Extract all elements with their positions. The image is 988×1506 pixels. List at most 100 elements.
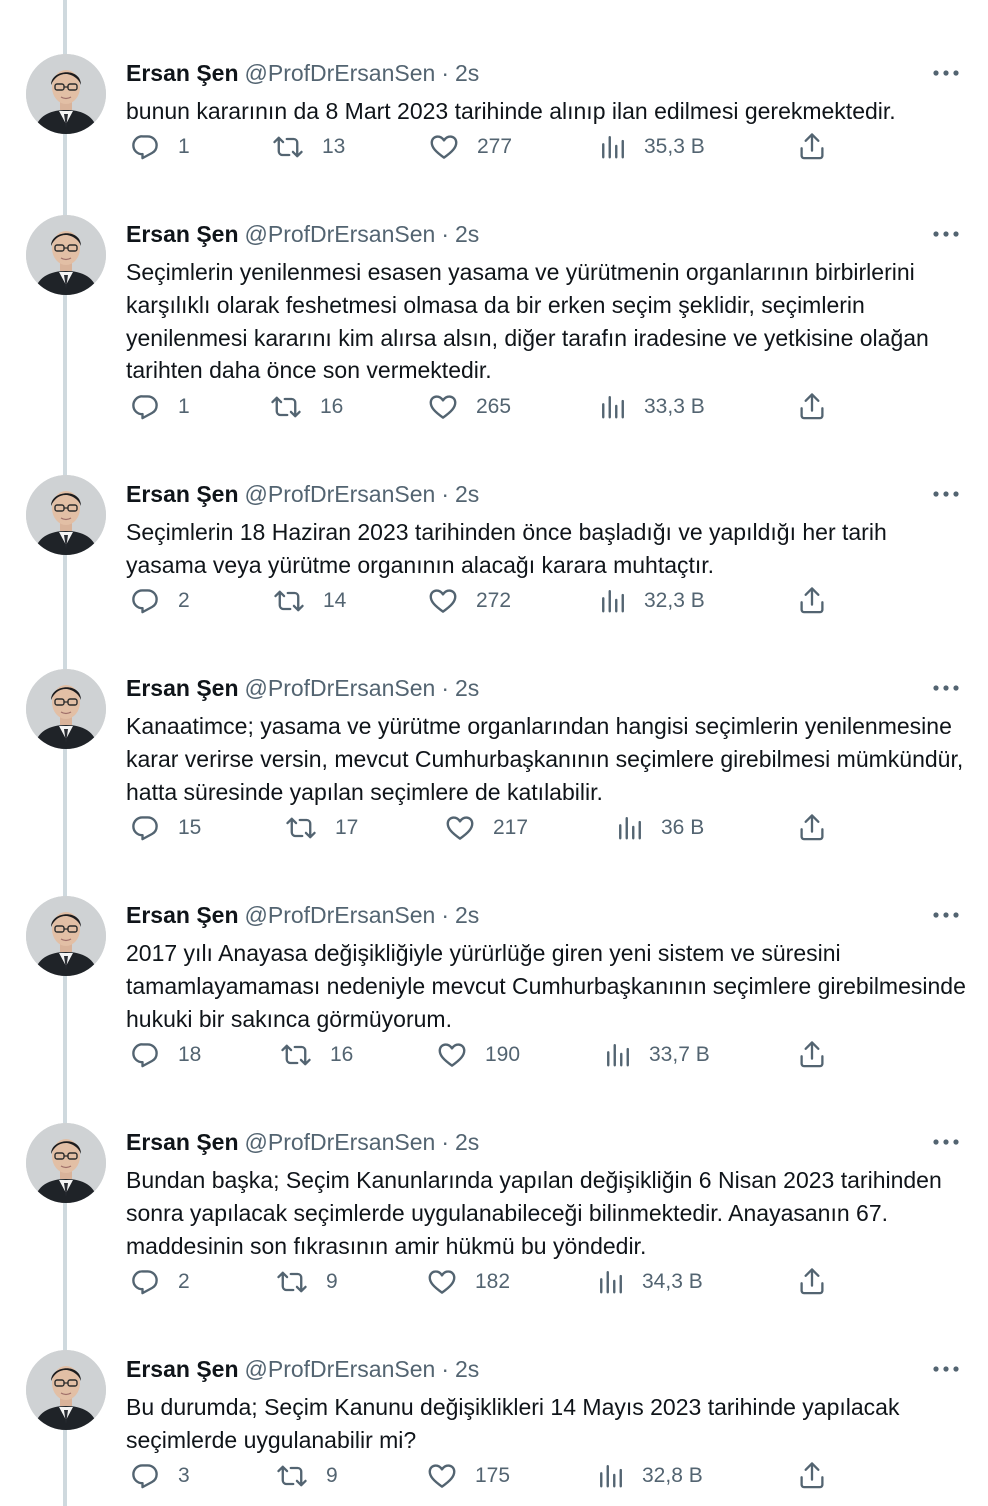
author-name[interactable]: Ersan Şen <box>126 60 239 86</box>
views-button[interactable]: 34,3 B <box>598 1264 703 1300</box>
retweet-count: 14 <box>323 589 347 612</box>
more-icon[interactable] <box>930 61 962 85</box>
views-button[interactable]: 32,8 B <box>598 1458 703 1494</box>
retweet-icon <box>285 813 335 843</box>
retweet-button[interactable]: 16 <box>280 1037 353 1073</box>
reply-count: 2 <box>178 589 190 612</box>
share-button[interactable] <box>798 391 826 421</box>
tweet-text: Bu durumda; Seçim Kanunu değişiklikleri … <box>126 1394 900 1453</box>
more-icon[interactable] <box>930 676 962 700</box>
tweet-actions: 15 17 217 36 B <box>0 810 988 846</box>
like-button[interactable]: 182 <box>427 1264 510 1300</box>
more-icon[interactable] <box>930 222 962 246</box>
like-count: 277 <box>477 135 513 158</box>
timestamp[interactable]: 2s <box>455 902 479 928</box>
timestamp[interactable]: 2s <box>455 1129 479 1155</box>
separator-dot: · <box>441 675 449 701</box>
author-name[interactable]: Ersan Şen <box>126 221 239 247</box>
like-button[interactable]: 272 <box>428 583 511 619</box>
timestamp[interactable]: 2s <box>455 221 479 247</box>
like-button[interactable]: 265 <box>428 389 511 425</box>
author-name[interactable]: Ersan Şen <box>126 1356 239 1382</box>
views-button[interactable]: 33,3 B <box>600 389 705 425</box>
like-button[interactable]: 217 <box>445 810 528 846</box>
like-button[interactable]: 190 <box>437 1037 520 1073</box>
tweet-text: Kanaatimce; yasama ve yürütme organların… <box>126 713 964 805</box>
views-button[interactable]: 33,7 B <box>605 1037 710 1073</box>
retweet-button[interactable]: 9 <box>276 1264 338 1300</box>
share-button[interactable] <box>798 131 826 161</box>
share-button[interactable] <box>798 1460 826 1490</box>
reply-button[interactable]: 1 <box>130 129 190 165</box>
more-icon[interactable] <box>930 482 962 506</box>
retweet-count: 17 <box>335 816 359 839</box>
retweet-button[interactable]: 16 <box>270 389 343 425</box>
views-button[interactable]: 35,3 B <box>600 129 705 165</box>
author-handle[interactable]: @ProfDrErsanSen <box>245 1129 436 1155</box>
like-button[interactable]: 277 <box>429 129 512 165</box>
tweet-actions: 2 14 272 32,3 B <box>0 583 988 619</box>
reply-button[interactable]: 3 <box>130 1458 190 1494</box>
avatar[interactable] <box>26 475 106 555</box>
author-handle[interactable]: @ProfDrErsanSen <box>245 481 436 507</box>
tweet-text: bunun kararının da 8 Mart 2023 tarihinde… <box>126 98 896 124</box>
views-count: 35,3 B <box>644 135 705 158</box>
author-name[interactable]: Ersan Şen <box>126 481 239 507</box>
author-name[interactable]: Ersan Şen <box>126 675 239 701</box>
avatar[interactable] <box>26 54 106 134</box>
reply-button[interactable]: 15 <box>130 810 201 846</box>
timestamp[interactable]: 2s <box>455 481 479 507</box>
timestamp[interactable]: 2s <box>455 1356 479 1382</box>
author-handle[interactable]: @ProfDrErsanSen <box>245 60 436 86</box>
retweet-button[interactable]: 14 <box>273 583 346 619</box>
tweet-header: Ersan Şen @ProfDrErsanSen · 2s <box>126 673 479 703</box>
timestamp[interactable]: 2s <box>455 60 479 86</box>
reply-icon <box>130 132 178 162</box>
avatar[interactable] <box>26 1350 106 1430</box>
like-count: 265 <box>476 395 512 418</box>
retweet-button[interactable]: 9 <box>276 1458 338 1494</box>
avatar[interactable] <box>26 215 106 295</box>
more-icon[interactable] <box>930 1130 962 1154</box>
like-count: 217 <box>493 816 529 839</box>
share-button[interactable] <box>798 1039 826 1069</box>
avatar[interactable] <box>26 669 106 749</box>
reply-button[interactable]: 18 <box>130 1037 201 1073</box>
author-handle[interactable]: @ProfDrErsanSen <box>245 221 436 247</box>
share-icon <box>798 585 826 615</box>
timestamp[interactable]: 2s <box>455 675 479 701</box>
avatar[interactable] <box>26 896 106 976</box>
author-name[interactable]: Ersan Şen <box>126 902 239 928</box>
views-icon <box>600 587 644 615</box>
share-button[interactable] <box>798 585 826 615</box>
avatar[interactable] <box>26 1123 106 1203</box>
author-handle[interactable]: @ProfDrErsanSen <box>245 675 436 701</box>
author-handle[interactable]: @ProfDrErsanSen <box>245 1356 436 1382</box>
like-count: 190 <box>485 1043 521 1066</box>
tweet-text: Bundan başka; Seçim Kanunlarında yapılan… <box>126 1167 942 1259</box>
views-icon <box>600 393 644 421</box>
more-icon[interactable] <box>930 1357 962 1381</box>
share-icon <box>798 812 826 842</box>
retweet-icon <box>270 392 320 422</box>
author-name[interactable]: Ersan Şen <box>126 1129 239 1155</box>
views-button[interactable]: 32,3 B <box>600 583 705 619</box>
separator-dot: · <box>441 1129 449 1155</box>
views-icon <box>617 814 661 842</box>
retweet-button[interactable]: 17 <box>285 810 358 846</box>
like-button[interactable]: 175 <box>427 1458 510 1494</box>
retweet-button[interactable]: 13 <box>272 129 345 165</box>
reply-button[interactable]: 2 <box>130 1264 190 1300</box>
share-button[interactable] <box>798 1266 826 1296</box>
like-icon <box>427 1267 475 1297</box>
like-icon <box>429 132 477 162</box>
author-handle[interactable]: @ProfDrErsanSen <box>245 902 436 928</box>
reply-button[interactable]: 2 <box>130 583 190 619</box>
views-button[interactable]: 36 B <box>617 810 704 846</box>
more-icon[interactable] <box>930 903 962 927</box>
views-count: 36 B <box>661 816 705 839</box>
share-button[interactable] <box>798 812 826 842</box>
reply-icon <box>130 1267 178 1297</box>
reply-button[interactable]: 1 <box>130 389 190 425</box>
tweet-header: Ersan Şen @ProfDrErsanSen · 2s <box>126 900 479 930</box>
